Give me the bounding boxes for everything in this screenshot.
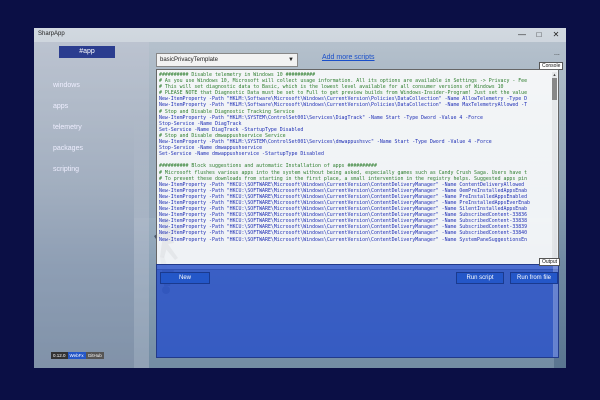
webfx-badge[interactable]: WebFx [67,352,86,359]
run-script-button[interactable]: Run script [456,272,504,284]
template-select-value: basicPrivacyTemplate [160,57,219,63]
app-tab[interactable]: #app [59,46,115,58]
sidebar: #app windows apps telemetry packages scr… [34,42,149,368]
console-scrollbar[interactable]: ▲ ▼ [552,72,557,265]
close-icon[interactable]: ✕ [548,29,564,41]
minimize-icon[interactable]: — [514,29,530,41]
version-info: 0.12.0 WebFx GitHub [51,352,104,359]
sidebar-item-windows[interactable]: windows [53,82,80,89]
chevron-down-icon: ▼ [288,57,294,63]
console-scroll-thumb[interactable] [552,78,557,100]
sidebar-item-apps[interactable]: apps [53,103,68,110]
new-button[interactable]: New [160,272,210,284]
console-line: New-ItemProperty -Path "HKLM:\Software\M… [159,102,528,109]
console-lines[interactable]: ########## Disable telemetry in Windows … [159,72,547,268]
run-from-file-button[interactable]: Run from file [510,272,558,284]
sidebar-item-packages[interactable]: packages [53,145,83,152]
console-line: New-ItemProperty -Path "HKCU:\SOFTWARE\M… [159,181,525,188]
sidebar-item-scripting[interactable]: scripting [53,166,79,173]
more-options-icon[interactable]: ... [554,50,560,57]
console-line: New-ItemProperty -Path "HKCU:\SOFTWARE\M… [159,236,528,243]
sidebar-item-telemetry[interactable]: telemetry [53,124,82,131]
output-badge: Output [539,258,561,266]
maximize-icon[interactable]: □ [531,29,547,41]
window-title: SharpApp [38,31,65,37]
add-more-scripts-link[interactable]: Add more scripts [322,54,375,61]
github-badge[interactable]: GitHub [85,352,104,359]
console-line: New-ItemProperty -Path "HKCU:\SOFTWARE\M… [159,187,528,194]
app-window: SharpApp — □ ✕ #app windows apps telemet… [34,28,566,368]
scroll-up-icon[interactable]: ▲ [552,72,557,77]
console-line: # To prevent these downloads from starti… [159,175,528,182]
version-label: 0.12.0 [51,352,68,359]
console-editor[interactable]: ########## Disable telemetry in Windows … [156,69,559,270]
template-select[interactable]: basicPrivacyTemplate ▼ [156,53,298,67]
console-line: New-ItemProperty -Path "HKCU:\SOFTWARE\M… [159,230,528,237]
title-bar: SharpApp — □ ✕ [34,28,566,42]
console-line: # Microsoft flushes various apps into th… [159,169,528,176]
